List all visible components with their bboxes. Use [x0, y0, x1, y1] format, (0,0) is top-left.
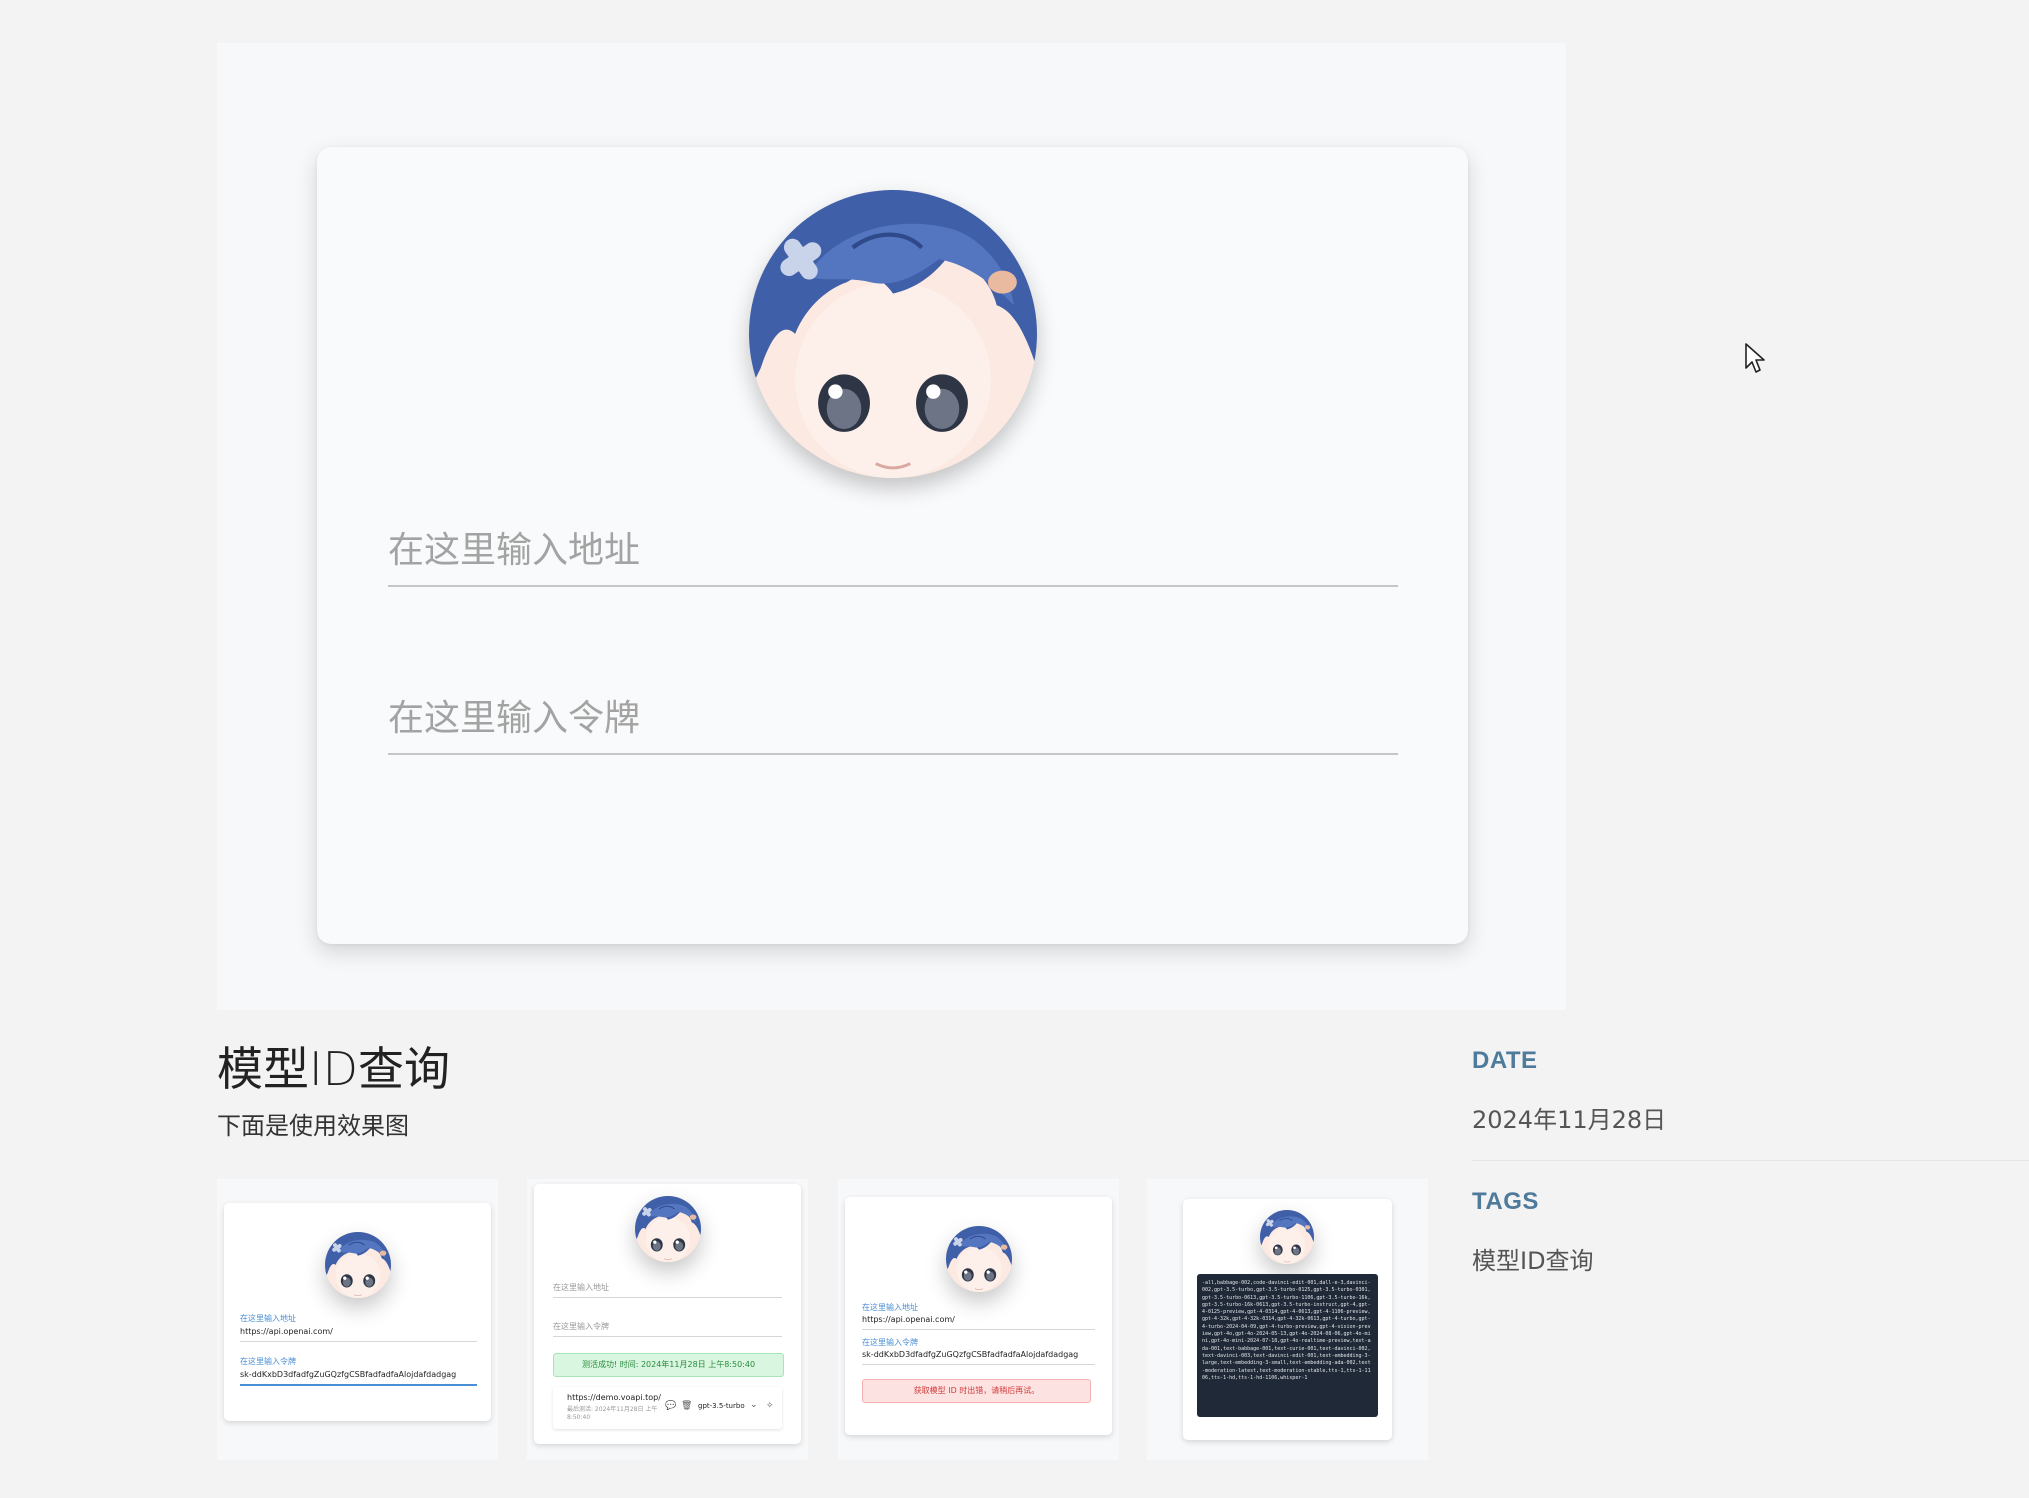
mini-card: 在这里输入地址 https://api.openai.com/ 在这里输入令牌 …	[224, 1203, 491, 1421]
mini-address-value: https://api.openai.com/	[862, 1315, 955, 1324]
sparkle-icon: ✧	[766, 1400, 774, 1410]
post-subtitle: 下面是使用效果图	[217, 1112, 409, 1140]
post-title: 模型ID查询	[217, 1042, 450, 1096]
mini-error-alert: 获取模型 ID 时出错，请稍后再试。	[862, 1379, 1091, 1403]
mini-token-placeholder: 在这里输入令牌	[553, 1322, 609, 1331]
mouse-cursor-icon	[1745, 343, 1765, 373]
mini-token-label: 在这里输入令牌	[240, 1357, 296, 1366]
token-input[interactable]	[388, 698, 1398, 753]
thumbnail-input-filled[interactable]: 在这里输入地址 https://api.openai.com/ 在这里输入令牌 …	[217, 1179, 498, 1460]
chevron-down-icon: ⌄	[750, 1399, 758, 1409]
address-field	[388, 530, 1398, 587]
mini-address-underline	[553, 1297, 782, 1298]
address-input[interactable]	[388, 530, 1398, 585]
mini-token-underline	[862, 1364, 1095, 1365]
mini-model-select: gpt-3.5-turbo	[698, 1402, 745, 1410]
model-list-output: -all,babbage-002,code-davinci-edit-001,d…	[1197, 1274, 1378, 1417]
thumbnail-fetch-error[interactable]: 在这里输入地址 https://api.openai.com/ 在这里输入令牌 …	[838, 1179, 1119, 1460]
mini-token-label: 在这里输入令牌	[862, 1338, 918, 1347]
mini-row-time: 最后测活: 2024年11月28日 上午8:50:40	[567, 1406, 658, 1421]
tag-link[interactable]: 模型ID查询	[1472, 1241, 1594, 1276]
mini-avatar	[635, 1196, 701, 1262]
mini-address-value: https://api.openai.com/	[240, 1327, 333, 1336]
chat-icon: 💬	[665, 1400, 677, 1410]
avatar	[749, 190, 1037, 478]
meta-divider	[1472, 1160, 2029, 1161]
avatar-icon	[749, 190, 1037, 478]
date-label: DATE	[1472, 1047, 1538, 1074]
mini-token-value: sk-ddKxbD3dfadfgZuGQzfgCSBfadfadfaAlojda…	[862, 1350, 1079, 1359]
token-field	[388, 698, 1398, 755]
avatar-icon	[325, 1232, 391, 1298]
query-card	[317, 147, 1468, 944]
avatar-icon	[1260, 1210, 1314, 1264]
mini-success-alert: 测活成功! 时间: 2024年11月28日 上午8:50:40	[553, 1353, 784, 1377]
hero-preview-image	[217, 43, 1566, 1010]
mini-row-url: https://demo.voapi.top/	[567, 1393, 661, 1402]
mini-avatar	[325, 1232, 391, 1298]
mini-address-underline	[862, 1329, 1095, 1330]
mini-address-label: 在这里输入地址	[862, 1303, 918, 1312]
mini-card: 在这里输入地址 https://api.openai.com/ 在这里输入令牌 …	[845, 1197, 1112, 1435]
mini-token-value: sk-ddKxbD3dfadfgZuGQzfgCSBfadfadfaAlojda…	[240, 1370, 457, 1379]
trash-icon: 🗑	[681, 1400, 693, 1410]
mini-card: 在这里输入地址 在这里输入令牌 测活成功! 时间: 2024年11月28日 上午…	[534, 1184, 801, 1444]
mini-token-underline	[553, 1336, 782, 1337]
tags-label: TAGS	[1472, 1188, 1539, 1215]
mini-address-placeholder: 在这里输入地址	[553, 1283, 609, 1292]
mini-address-underline	[240, 1341, 477, 1342]
mini-result-row: https://demo.voapi.top/ 最后测活: 2024年11月28…	[553, 1387, 782, 1429]
date-value: 2024年11月28日	[1472, 1106, 1667, 1134]
avatar-icon	[946, 1226, 1012, 1292]
avatar-icon	[635, 1196, 701, 1262]
thumbnail-model-list[interactable]: -all,babbage-002,code-davinci-edit-001,d…	[1147, 1179, 1428, 1460]
mini-card: -all,babbage-002,code-davinci-edit-001,d…	[1183, 1199, 1392, 1440]
mini-avatar	[1260, 1210, 1314, 1264]
thumbnail-test-success[interactable]: 在这里输入地址 在这里输入令牌 测活成功! 时间: 2024年11月28日 上午…	[527, 1179, 808, 1460]
mini-avatar	[946, 1226, 1012, 1292]
mini-token-underline	[240, 1384, 477, 1386]
mini-address-label: 在这里输入地址	[240, 1314, 296, 1323]
